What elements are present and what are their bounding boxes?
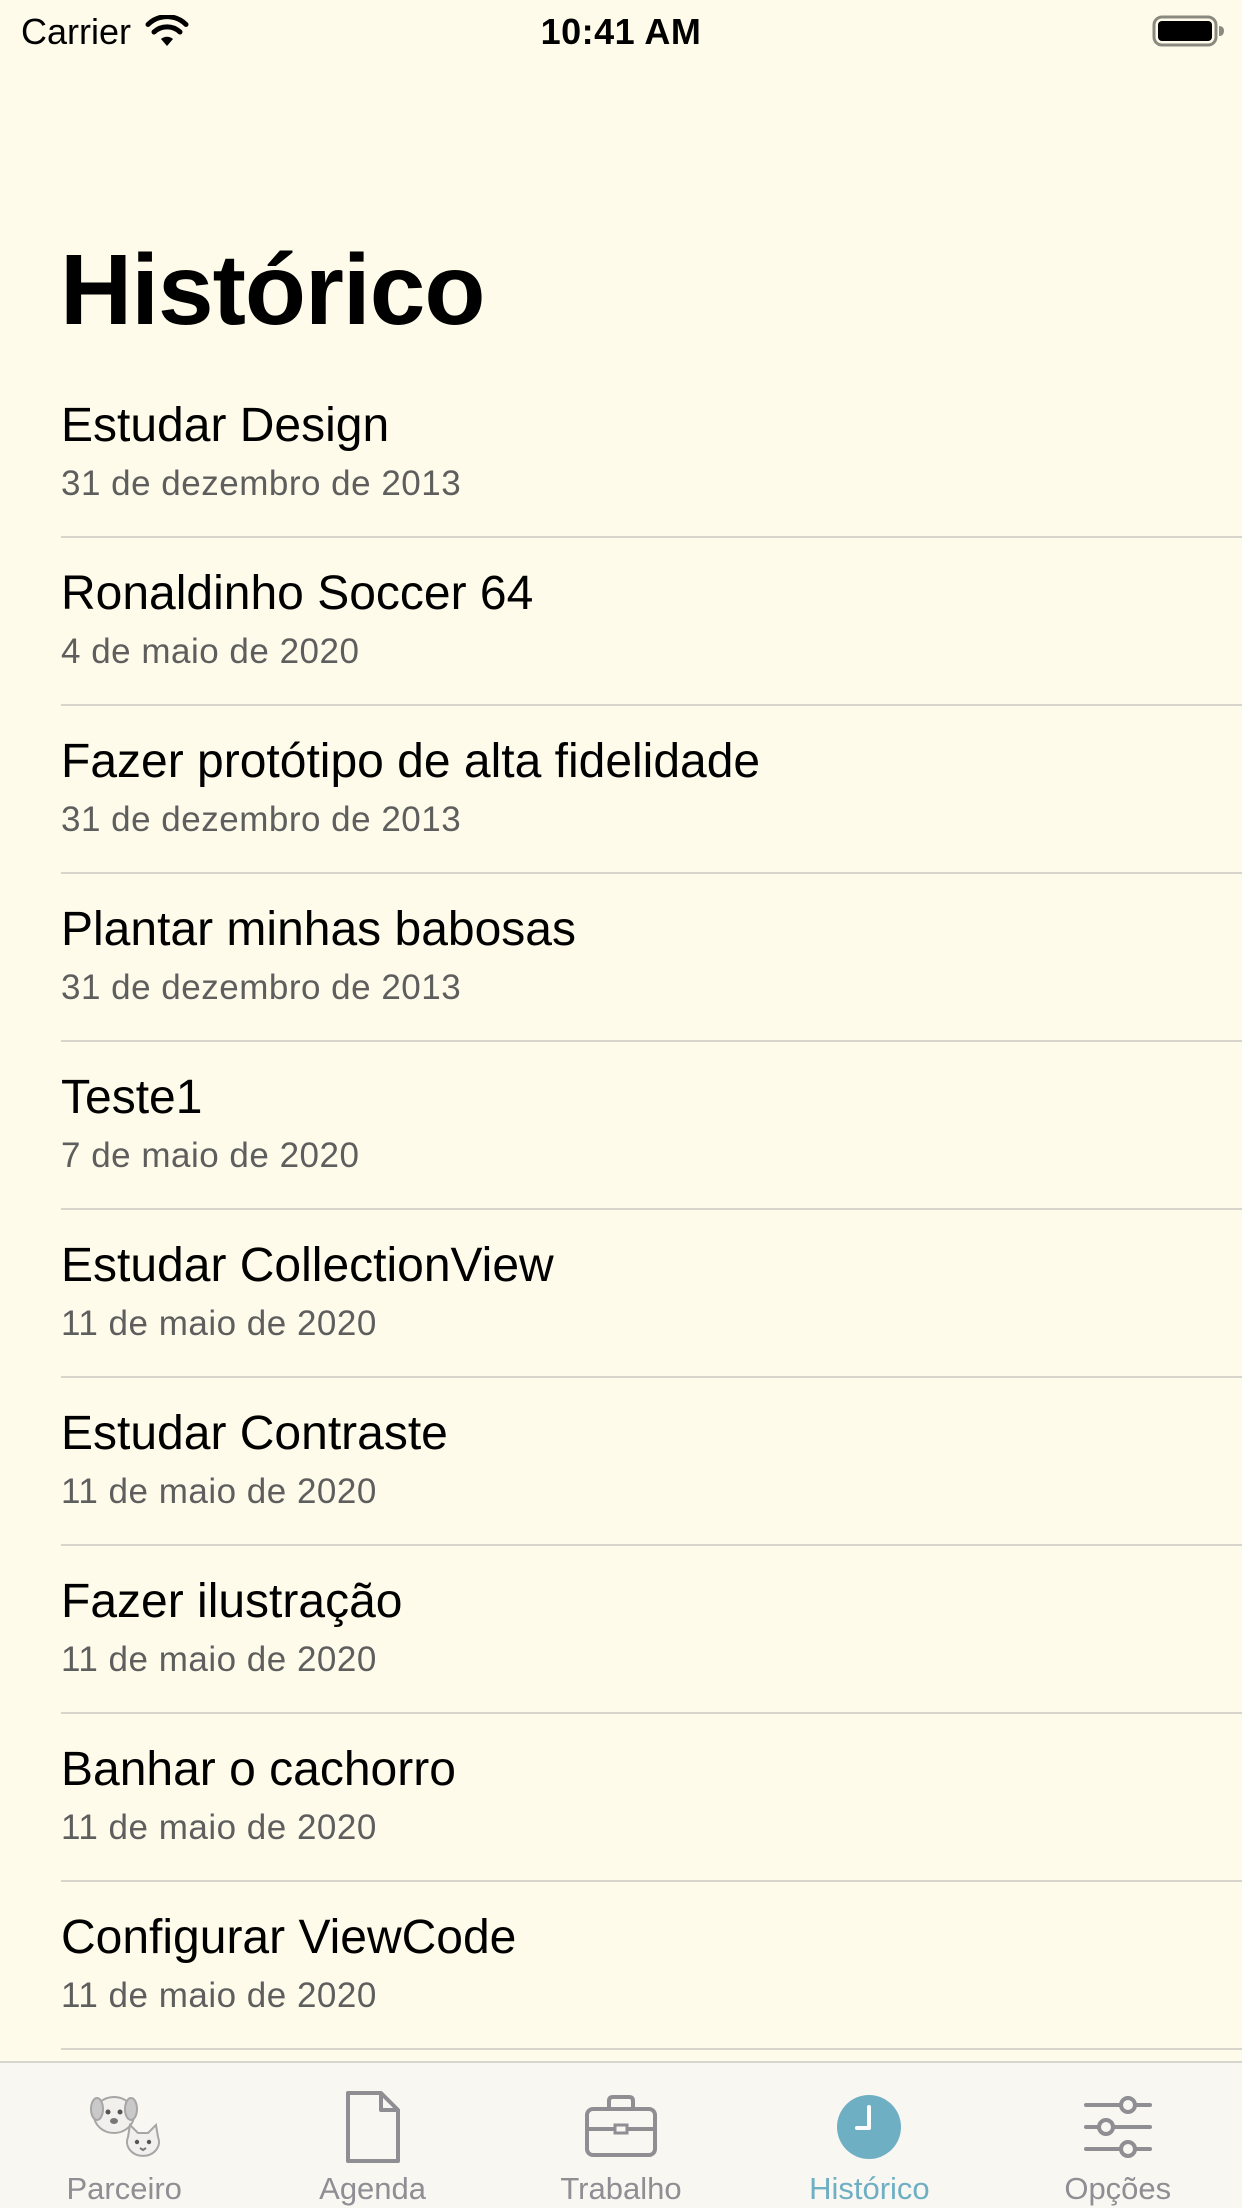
history-item-date: 7 de maio de 2020 bbox=[61, 1136, 360, 1175]
history-item[interactable]: Fazer ilustração 11 de maio de 2020 bbox=[0, 1546, 1242, 1714]
pets-icon bbox=[90, 2096, 161, 2157]
history-item[interactable]: Teste1 7 de maio de 2020 bbox=[0, 1042, 1242, 1210]
history-item-date: 11 de maio de 2020 bbox=[61, 1808, 377, 1847]
clock-icon bbox=[837, 2095, 902, 2159]
sliders-icon bbox=[1083, 2096, 1152, 2158]
history-item[interactable]: Plantar minhas babosas 31 de dezembro de… bbox=[0, 874, 1242, 1042]
tab-label: Opções bbox=[1064, 2171, 1172, 2206]
history-item-title: Ronaldinho Soccer 64 bbox=[61, 567, 534, 620]
tab-label: Trabalho bbox=[560, 2171, 682, 2206]
history-item-date: 11 de maio de 2020 bbox=[61, 1472, 377, 1511]
history-item-title: Fazer protótipo de alta fidelidade bbox=[61, 735, 761, 788]
page-title: Histórico bbox=[60, 234, 485, 346]
history-item-title: Configurar ViewCode bbox=[61, 1911, 517, 1964]
history-item[interactable]: Fazer protótipo de alta fidelidade 31 de… bbox=[0, 706, 1242, 874]
history-item-date: 11 de maio de 2020 bbox=[61, 1976, 377, 2015]
history-item-title: Estudar Design bbox=[61, 399, 390, 452]
status-bar: Carrier 10:41 AM bbox=[0, 0, 1242, 62]
tab-label: Parceiro bbox=[66, 2171, 182, 2206]
history-item[interactable]: Configurar ViewCode 11 de maio de 2020 bbox=[0, 1882, 1242, 2050]
history-item-date: 31 de dezembro de 2013 bbox=[61, 464, 462, 503]
history-item-title: Estudar CollectionView bbox=[61, 1239, 554, 1292]
history-list: Estudar Design 31 de dezembro de 2013 Ro… bbox=[0, 370, 1242, 2050]
history-item-date: 31 de dezembro de 2013 bbox=[61, 968, 462, 1007]
history-item-title: Estudar Contraste bbox=[61, 1407, 448, 1460]
history-item-title: Fazer ilustração bbox=[61, 1575, 403, 1628]
history-item-title: Banhar o cachorro bbox=[61, 1743, 456, 1796]
history-item[interactable]: Ronaldinho Soccer 64 4 de maio de 2020 bbox=[0, 538, 1242, 706]
tab-agenda[interactable]: Agenda bbox=[248, 2063, 496, 2208]
history-item-date: 11 de maio de 2020 bbox=[61, 1640, 377, 1679]
briefcase-icon bbox=[584, 2095, 657, 2157]
history-item-title: Plantar minhas babosas bbox=[61, 903, 576, 956]
history-item[interactable]: Estudar Design 31 de dezembro de 2013 bbox=[0, 370, 1242, 538]
history-item[interactable]: Estudar Contraste 11 de maio de 2020 bbox=[0, 1378, 1242, 1546]
tab-label: Agenda bbox=[319, 2171, 427, 2206]
row-separator bbox=[61, 2048, 1242, 2050]
history-item[interactable]: Estudar CollectionView 11 de maio de 202… bbox=[0, 1210, 1242, 1378]
tab-parceiro[interactable]: Parceiro bbox=[0, 2063, 248, 2208]
tab-bar: Parceiro Agenda Trabalho Histórico Opçõe… bbox=[0, 2061, 1242, 2208]
document-icon bbox=[345, 2091, 400, 2163]
tab-opcoes[interactable]: Opções bbox=[994, 2063, 1242, 2208]
battery-icon bbox=[1152, 15, 1224, 47]
history-item[interactable]: Banhar o cachorro 11 de maio de 2020 bbox=[0, 1714, 1242, 1882]
history-item-date: 31 de dezembro de 2013 bbox=[61, 800, 462, 839]
history-item-title: Teste1 bbox=[61, 1071, 203, 1124]
tab-trabalho[interactable]: Trabalho bbox=[497, 2063, 745, 2208]
status-time: 10:41 AM bbox=[540, 11, 702, 52]
history-item-date: 11 de maio de 2020 bbox=[61, 1304, 377, 1343]
tab-historico[interactable]: Histórico bbox=[745, 2063, 993, 2208]
tab-label: Histórico bbox=[809, 2171, 930, 2206]
history-item-date: 4 de maio de 2020 bbox=[61, 632, 360, 671]
